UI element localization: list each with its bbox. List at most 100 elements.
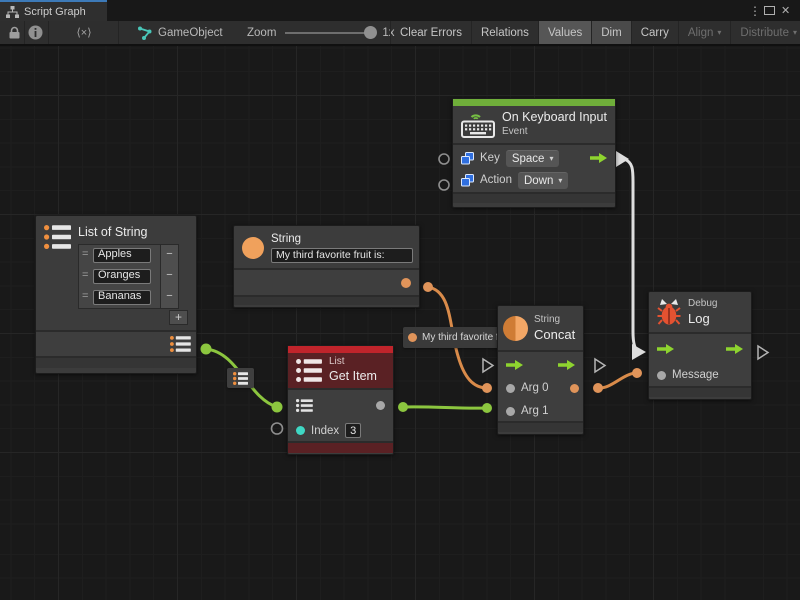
flow-in-arrow-icon[interactable]	[506, 360, 523, 370]
node-header[interactable]: List of String = Apples − = Oranges − =	[36, 216, 196, 330]
dim-button[interactable]: Dim	[591, 21, 630, 44]
node-get-item[interactable]: List Get Item Index 3	[287, 345, 394, 455]
node-title: Log	[688, 311, 717, 327]
node-category: String	[534, 314, 575, 327]
node-subtitle: Event	[502, 126, 607, 139]
clear-errors-button[interactable]: Clear Errors	[390, 21, 471, 44]
flow-in-arrow-icon[interactable]	[657, 344, 674, 354]
distribute-dropdown[interactable]: Distribute▾	[730, 21, 800, 44]
index-label: Index	[311, 425, 339, 437]
list-item-field[interactable]: Apples	[93, 248, 151, 263]
graph-context[interactable]: GameObject	[138, 21, 223, 44]
list-item-row: = Oranges −	[79, 266, 178, 287]
node-string-literal[interactable]: String My third favorite fruit is:	[233, 225, 420, 308]
node-header[interactable]: Debug Log	[649, 292, 751, 332]
node-concat[interactable]: String Concat Arg 0 A	[497, 305, 584, 435]
remove-item-button[interactable]: −	[160, 245, 178, 266]
values-button[interactable]: Values	[538, 21, 591, 44]
error-strip	[288, 346, 393, 353]
unity-script-graph-window: Script Graph ⋮ ✕ ⟨×⟩	[0, 0, 800, 600]
code-icon: ⟨×⟩	[76, 26, 91, 39]
flow-out-arrow-icon[interactable]	[558, 360, 575, 370]
list-icon	[44, 225, 71, 249]
list-item-row: = Apples −	[79, 245, 178, 266]
graph-icon	[6, 6, 19, 18]
drag-handle-icon[interactable]: =	[82, 290, 93, 304]
node-category: Debug	[688, 298, 717, 311]
string-output-port[interactable]	[401, 278, 411, 288]
toolbar-buttons: Clear Errors Relations Values Dim Carry …	[390, 21, 800, 44]
port-label-action: Action	[480, 174, 512, 186]
list-item-field[interactable]: Oranges	[93, 269, 151, 284]
add-item-button[interactable]: +	[169, 310, 188, 325]
graph-toolbar: ⟨×⟩ GameObject Zoom 1x Clear Errors Rela…	[0, 21, 800, 46]
enum-icon	[461, 174, 474, 187]
item-output-port[interactable]	[376, 401, 385, 410]
port-label-key: Key	[480, 152, 500, 164]
node-on-keyboard-input[interactable]: On Keyboard Input Event Key Space ▾	[452, 98, 616, 208]
gameobject-icon	[138, 26, 153, 40]
relations-button[interactable]: Relations	[471, 21, 538, 44]
string-type-dot	[408, 333, 417, 342]
node-title: Concat	[534, 327, 575, 343]
node-debug-log[interactable]: Debug Log Message	[648, 291, 752, 400]
lock-button[interactable]	[6, 21, 22, 44]
node-list-of-string[interactable]: List of String = Apples − = Oranges − =	[35, 215, 197, 374]
node-body	[234, 268, 419, 295]
index-input-port[interactable]	[296, 426, 305, 435]
drag-handle-icon[interactable]: =	[82, 269, 93, 283]
value-bubble-list	[227, 368, 254, 388]
node-footer	[234, 295, 419, 305]
arg0-label: Arg 0	[521, 382, 549, 394]
node-header[interactable]: String My third favorite fruit is:	[234, 226, 419, 268]
bug-icon	[657, 298, 681, 326]
arg0-input-port[interactable]	[506, 384, 515, 393]
node-footer	[453, 192, 615, 203]
drag-handle-icon[interactable]: =	[82, 248, 93, 262]
node-body: Message	[649, 332, 751, 386]
window-maximize-button[interactable]	[764, 0, 775, 21]
node-title: Get Item	[329, 369, 377, 385]
key-dropdown[interactable]: Space ▾	[506, 150, 560, 167]
node-footer	[498, 421, 583, 432]
align-dropdown[interactable]: Align▾	[678, 21, 731, 44]
list-item-field[interactable]: Bananas	[93, 290, 151, 305]
node-header[interactable]: List Get Item	[288, 353, 393, 388]
info-icon	[28, 25, 43, 40]
action-dropdown[interactable]: Down ▾	[518, 172, 568, 189]
string-value-field[interactable]: My third favorite fruit is:	[271, 248, 413, 263]
zoom-slider-knob[interactable]	[364, 26, 377, 39]
index-field[interactable]: 3	[345, 423, 361, 438]
window-menu-button[interactable]: ⋮	[749, 0, 761, 21]
list-icon	[233, 372, 248, 385]
flow-out-arrow-icon[interactable]	[726, 344, 743, 354]
node-footer	[649, 386, 751, 397]
remove-item-button[interactable]: −	[160, 266, 178, 287]
node-category: List	[329, 356, 377, 369]
node-title: On Keyboard Input	[502, 110, 607, 126]
list-output-icon[interactable]	[170, 336, 191, 352]
remove-item-button[interactable]: −	[160, 287, 178, 308]
info-button[interactable]	[27, 21, 43, 44]
message-label: Message	[672, 369, 719, 381]
carry-button[interactable]: Carry	[631, 21, 678, 44]
list-icon-white	[296, 359, 322, 382]
node-footer	[36, 356, 196, 368]
code-view-button[interactable]: ⟨×⟩	[68, 21, 100, 44]
zoom-slider[interactable]	[285, 32, 373, 34]
node-body: Arg 0 Arg 1	[498, 350, 583, 421]
node-header[interactable]: On Keyboard Input Event	[453, 106, 615, 143]
event-strip	[453, 99, 615, 106]
concat-icon	[503, 316, 528, 341]
result-output-port[interactable]	[570, 384, 579, 393]
list-item-row: = Bananas −	[79, 287, 178, 308]
tab-script-graph[interactable]: Script Graph	[0, 0, 107, 21]
list-input-icon[interactable]	[296, 399, 313, 412]
flow-out-arrow-icon[interactable]	[590, 153, 607, 163]
node-body: Index 3	[288, 388, 393, 441]
node-header[interactable]: String Concat	[498, 306, 583, 350]
message-input-port[interactable]	[657, 371, 666, 380]
window-close-button[interactable]: ✕	[781, 0, 790, 21]
arg1-input-port[interactable]	[506, 407, 515, 416]
lock-icon	[9, 26, 20, 39]
